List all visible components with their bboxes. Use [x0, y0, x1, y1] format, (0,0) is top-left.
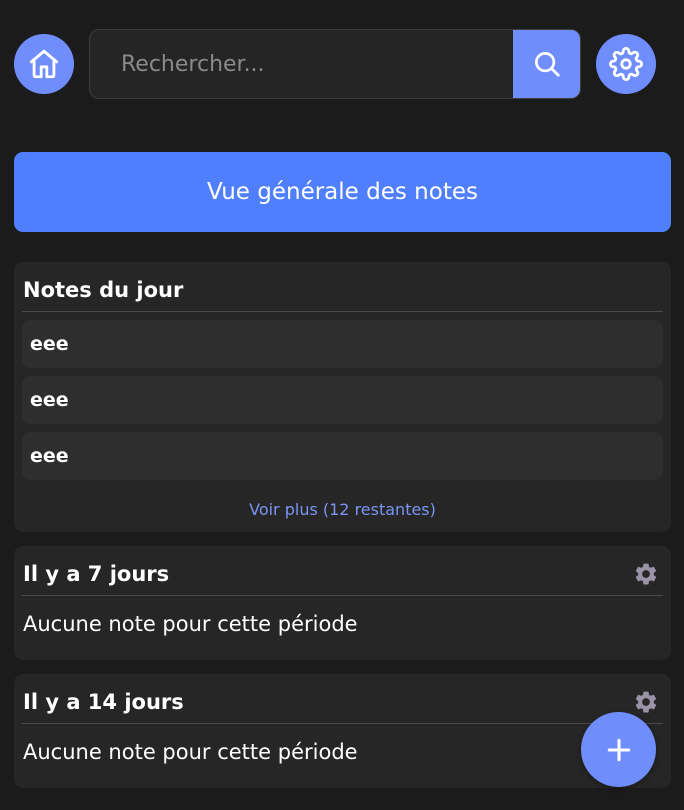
- search-bar: [89, 29, 581, 99]
- search-icon: [534, 52, 560, 77]
- card-title: Notes du jour: [23, 277, 184, 302]
- section-14-days-card: Il y a 14 jours Aucune note pour cette p…: [14, 674, 671, 788]
- gear-icon: [609, 47, 643, 81]
- home-button[interactable]: [14, 34, 74, 94]
- note-item[interactable]: eee: [22, 320, 663, 368]
- note-item[interactable]: eee: [22, 432, 663, 480]
- add-note-button[interactable]: [581, 712, 656, 787]
- today-notes-card: Notes du jour eee eee eee Voir plus (12 …: [14, 262, 671, 532]
- gear-icon[interactable]: [633, 689, 659, 715]
- empty-state-text: Aucune note pour cette période: [23, 612, 358, 636]
- see-more-link[interactable]: Voir plus (12 restantes): [22, 500, 663, 519]
- overview-button[interactable]: Vue générale des notes: [14, 152, 671, 232]
- card-title: Il y a 14 jours: [23, 689, 184, 714]
- home-icon: [29, 49, 59, 79]
- top-bar: [0, 0, 684, 130]
- section-7-days-card: Il y a 7 jours Aucune note pour cette pé…: [14, 546, 671, 660]
- card-header: Il y a 7 jours: [22, 546, 663, 596]
- search-button[interactable]: [513, 30, 580, 98]
- card-header: Il y a 14 jours: [22, 674, 663, 724]
- card-title: Il y a 7 jours: [23, 561, 170, 586]
- note-item[interactable]: eee: [22, 376, 663, 424]
- gear-icon[interactable]: [633, 561, 659, 587]
- search-input[interactable]: [90, 30, 515, 98]
- plus-icon: [607, 738, 630, 761]
- settings-button[interactable]: [596, 34, 656, 94]
- card-header: Notes du jour: [22, 262, 663, 312]
- empty-state-text: Aucune note pour cette période: [23, 740, 358, 764]
